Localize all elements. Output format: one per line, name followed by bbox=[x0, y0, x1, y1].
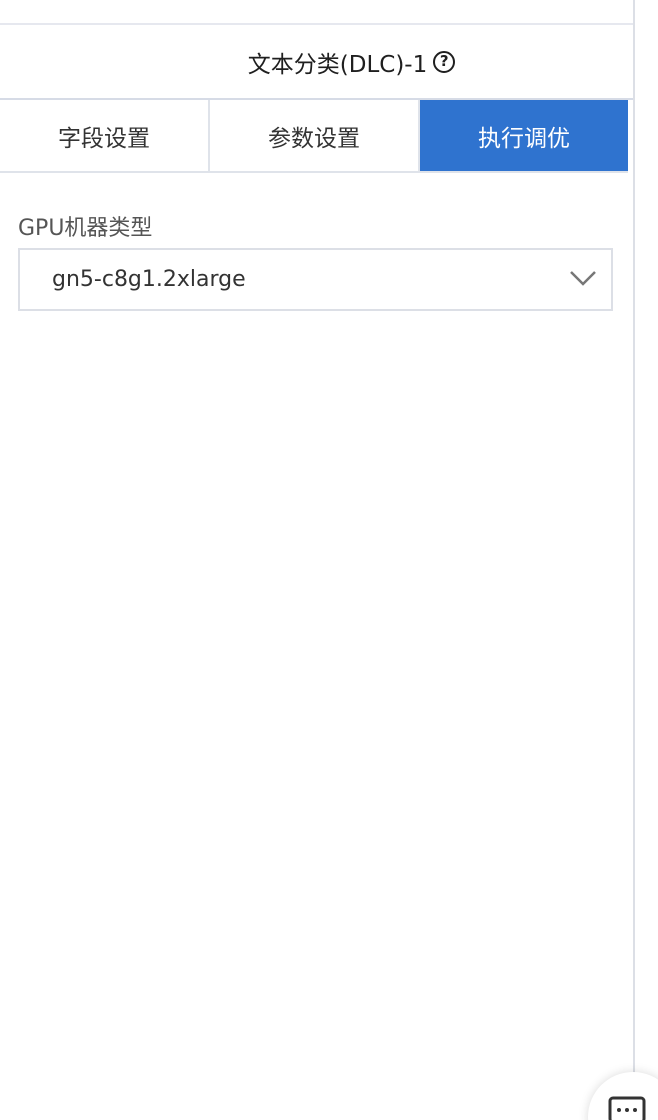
panel-right-border bbox=[633, 0, 635, 1120]
gpu-machine-type-label: GPU机器类型 bbox=[18, 216, 153, 241]
chat-bubble-icon bbox=[608, 1096, 646, 1120]
chevron-down-icon[interactable] bbox=[569, 268, 597, 288]
tab-parameter-settings[interactable]: 参数设置 bbox=[210, 100, 420, 171]
execution-tuning-panel: 文本分类(DLC)-1 ? 字段设置 参数设置 执行调优 GPU机器类型 gn5… bbox=[0, 0, 658, 1120]
top-strip bbox=[0, 0, 633, 25]
tab-execution-tuning[interactable]: 执行调优 bbox=[420, 100, 628, 171]
gpu-machine-type-value: gn5-c8g1.2xlarge bbox=[52, 267, 246, 292]
panel-title: 文本分类(DLC)-1 bbox=[247, 51, 428, 78]
feedback-button[interactable] bbox=[588, 1072, 658, 1120]
tab-field-settings[interactable]: 字段设置 bbox=[0, 100, 210, 171]
question-circle-icon[interactable]: ? bbox=[433, 50, 456, 73]
gpu-machine-type-select[interactable]: gn5-c8g1.2xlarge bbox=[18, 248, 613, 311]
panel-header: 文本分类(DLC)-1 ? bbox=[0, 25, 633, 100]
tab-bar: 字段设置 参数设置 执行调优 bbox=[0, 100, 628, 173]
